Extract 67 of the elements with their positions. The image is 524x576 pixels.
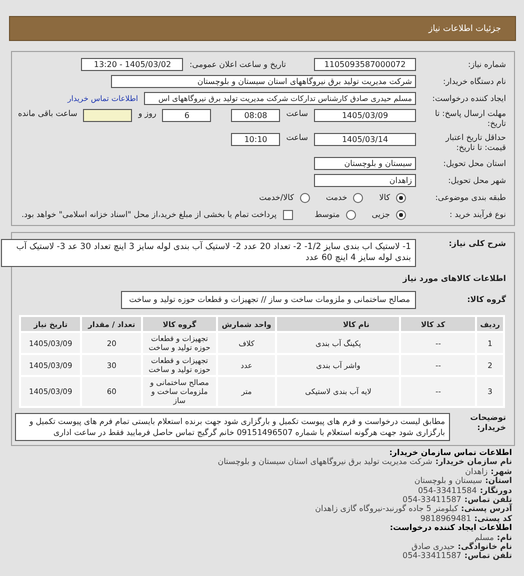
field-label: توضیحات خریدار:: [469, 413, 506, 433]
contact-value: کیلومتر 5 جاده گورنبد-نیروگاه گازی زاهدان: [315, 504, 458, 514]
field-label: حداقل تاریخ اعتبار قیمت: تا تاریخ:: [444, 133, 506, 153]
field-label: گروه کالا:: [466, 295, 506, 305]
field-label: شهر محل تحویل:: [447, 176, 506, 186]
contact-value: 9818969481: [420, 514, 472, 524]
radio-button[interactable]: [353, 192, 364, 202]
remaining-field[interactable]: [83, 109, 132, 122]
contact-value: شرکت مدیریت تولید برق نیروگاههای استان سیستان و بلوچستان: [218, 457, 432, 467]
text-field[interactable]: 1405/03/02 - 13:20: [81, 58, 184, 71]
contact-value: 054-33411587: [402, 495, 462, 504]
text-field[interactable]: سیستان و بلوچستان: [314, 157, 416, 170]
field-label: طبقه بندی موضوعی:: [434, 192, 506, 202]
notes-field[interactable]: مطابق لیست درخواست و فرم های پیوست تکمیل و بارگزاری شود جهت برنده استعلام بایستی تمام فرم های پیوست تکمیل و بارگزاری شود جهت هرگونه استعلام با شماره 09151496507 خانم گرگیج تماس حاصل فرمایید فقط در ساعت اداری: [15, 413, 450, 441]
contact-value: 054-33411587: [402, 551, 462, 561]
description-field[interactable]: 1- لاستیک اب بندی سایز 1/2- 2- تعداد 20 عدد 2- لاستیک آب بندی لوله سایز 3 اینچ تعداد 30 عد 3- لاستیک آب بندی لوله سایز 4 اینچ 60 عدد: [1, 239, 416, 267]
contact-value: حیدری صادق: [412, 542, 455, 552]
radio-button[interactable]: [300, 192, 310, 202]
field-label: ایجاد کننده درخواست:: [431, 94, 506, 104]
section-title: اطلاعات تماس سازمان خریدار:: [389, 448, 512, 458]
field-label: شماره نیاز:: [467, 60, 506, 70]
text-field[interactable]: 08:08: [231, 109, 280, 122]
field-label: تاریخ و ساعت اعلان عمومی:: [189, 60, 286, 70]
checkbox[interactable]: [282, 210, 293, 220]
text-field[interactable]: 1405/03/09: [314, 109, 416, 122]
text-field[interactable]: شرکت مدیریت تولید برق نیروگاههای استان سیستان و بلوچستان: [111, 75, 416, 88]
contact-value: سیستان و بلوچستان: [414, 476, 482, 486]
section-title: اطلاعات ایجاد کننده درخواست:: [390, 523, 512, 533]
field-label: استان محل تحویل:: [442, 158, 506, 168]
contact-value: 054-33411584: [418, 486, 477, 496]
contact-label: آدرس پستی:: [461, 504, 512, 514]
contact-label: کد پستی:: [474, 514, 512, 524]
field-label: شرح کلی نیاز:: [448, 239, 506, 249]
contact-label: تلفن تماس:: [464, 551, 512, 561]
contact-label: استان:: [485, 476, 512, 486]
checkbox-label: پرداخت تمام یا بخشی از مبلغ خرید،از محل "اسناد خزانه اسلامی" خواهد بود.: [21, 210, 277, 219]
option-label: متوسط: [314, 210, 340, 219]
text-field[interactable]: 1105093587000072: [314, 58, 416, 71]
text-field[interactable]: 6: [162, 109, 212, 122]
header-title: جزئیات اطلاعات نیاز: [428, 24, 501, 34]
contact-label: تلفن تماس:: [464, 495, 512, 504]
text-field[interactable]: زاهدان: [314, 174, 416, 187]
radio-button[interactable]: [396, 210, 406, 220]
field-label: ساعت باقی مانده: [18, 109, 78, 119]
contact-value: مسلم: [474, 532, 494, 542]
option-label: خدمت: [326, 193, 348, 202]
field-label: ساعت: [286, 109, 308, 119]
section-title: اطلاعات کالاهای مورد نیاز: [402, 273, 506, 285]
text-field[interactable]: 1405/03/14: [314, 133, 416, 146]
radio-button[interactable]: [396, 192, 406, 202]
contact-label: شهر:: [490, 466, 512, 476]
field-label: روز و: [138, 109, 156, 119]
contact-label: نام:: [496, 532, 512, 542]
contact-label: نام سازمان خریدار:: [435, 457, 512, 467]
contact-value: زاهدان: [465, 466, 488, 476]
field-label: ساعت: [286, 133, 308, 143]
contact-label: نام خانوادگی:: [458, 542, 512, 552]
option-label: کالا: [379, 193, 390, 202]
field-label: نوع فرآیند خرید :: [448, 210, 506, 220]
contact-label: دورنگار:: [480, 486, 512, 496]
radio-button[interactable]: [346, 210, 356, 220]
text-field[interactable]: 10:10: [231, 133, 280, 146]
field-label: نام دستگاه خریدار:: [442, 76, 506, 86]
text-field[interactable]: مصالح ساختمانی و ملزومات ساخت و ساز // تجهیزات و قطعات حوزه تولید و ساخت: [121, 291, 416, 309]
field-label: مهلت ارسال پاسخ: تا تاریخ:: [434, 109, 506, 129]
option-label: کالا/خدمت: [259, 193, 294, 202]
option-label: جزیی: [372, 210, 390, 219]
